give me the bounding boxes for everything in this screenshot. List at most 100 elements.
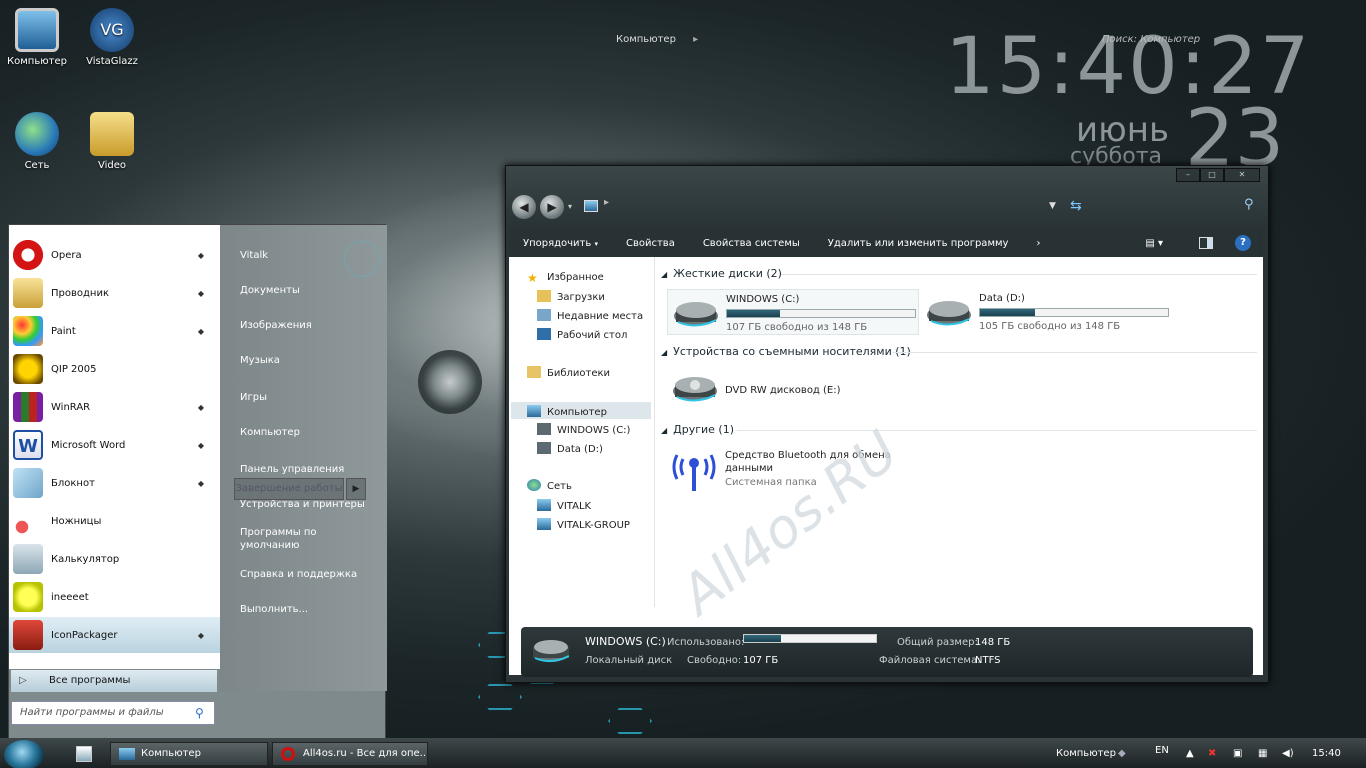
nav-drive-d[interactable]: Data (D:)	[537, 442, 603, 455]
search-input[interactable]: Поиск: Компьютер	[1098, 31, 1248, 49]
nav-downloads[interactable]: Загрузки	[537, 290, 605, 303]
volume-icon[interactable]: ◀)	[1282, 748, 1294, 759]
safely-remove-icon[interactable]: ▣	[1233, 748, 1242, 759]
view-options-icon[interactable]: ▤ ▾	[1145, 238, 1163, 249]
address-dropdown-icon[interactable]: ▼	[1049, 201, 1056, 211]
submenu-arrow-icon[interactable]: ◆	[198, 289, 204, 298]
tray-expand-icon[interactable]: ▲	[1186, 748, 1194, 759]
preview-pane-icon[interactable]	[1199, 237, 1213, 249]
all-programs-button[interactable]: ▷ Все программы	[11, 670, 217, 692]
maximize-button[interactable]: □	[1200, 168, 1224, 182]
address-bar[interactable]: Компьютер ▸	[608, 30, 1048, 50]
taskbar-item-computer[interactable]: Компьютер	[110, 742, 268, 766]
network-tray-icon[interactable]: ▦	[1258, 748, 1267, 759]
vistaglazz-icon: VG	[90, 8, 134, 52]
taskbar-item-browser[interactable]: All4os.ru - Все для опе...	[272, 742, 428, 766]
start-program-label: IconPackager	[51, 629, 118, 641]
start-documents[interactable]: Документы	[240, 284, 300, 297]
nav-libraries[interactable]: Библиотеки	[527, 366, 610, 379]
search-icon[interactable]: ⚲	[195, 706, 204, 720]
drive-d-usage-bar	[979, 308, 1169, 317]
start-program-item[interactable]: ineeeet	[9, 579, 220, 615]
start-pictures[interactable]: Изображения	[240, 319, 312, 332]
history-dropdown-icon[interactable]: ▾	[568, 202, 572, 211]
desktop-icon-video[interactable]: Video	[77, 112, 147, 171]
start-program-item[interactable]: WinRAR ◆	[9, 389, 220, 425]
drive-d-tile[interactable]: Data (D:) 105 ГБ свободно из 148 ГБ	[921, 289, 1173, 335]
antivirus-icon[interactable]: ✖	[1208, 748, 1216, 759]
taskbar-clock[interactable]: 15:40	[1312, 748, 1341, 759]
group-other[interactable]: ◢ Другие (1)	[661, 423, 1257, 436]
start-program-item[interactable]: Opera ◆	[9, 237, 220, 273]
start-program-item[interactable]: QIP 2005	[9, 351, 220, 387]
submenu-arrow-icon[interactable]: ◆	[198, 403, 204, 412]
submenu-arrow-icon[interactable]: ◆	[198, 479, 204, 488]
nav-computer[interactable]: Компьютер	[511, 402, 651, 419]
nav-network-vitalk-group[interactable]: VITALK-GROUP	[537, 518, 630, 531]
start-help[interactable]: Справка и поддержка	[240, 568, 357, 581]
submenu-arrow-icon[interactable]: ◆	[198, 327, 204, 336]
start-program-item[interactable]: Блокнот ◆	[9, 465, 220, 501]
wallpaper-wheel	[418, 350, 482, 414]
forward-button[interactable]: ▶	[540, 195, 564, 219]
computer-icon	[527, 405, 541, 417]
show-desktop-icon[interactable]	[76, 746, 92, 762]
dvd-drive-icon	[669, 371, 717, 409]
shutdown-button[interactable]: Завершение работы	[234, 478, 344, 500]
start-user[interactable]: Vitalk	[240, 249, 268, 262]
nav-network[interactable]: Сеть	[527, 479, 572, 492]
start-program-item[interactable]: Калькулятор	[9, 541, 220, 577]
start-program-label: Microsoft Word	[51, 439, 126, 451]
organize-button[interactable]: Упорядочить ▾	[509, 238, 612, 249]
start-menu-right-pane: Vitalk Документы Изображения Музыка Игры…	[220, 225, 387, 691]
tray-computer-label[interactable]: Компьютер	[1056, 748, 1116, 759]
submenu-arrow-icon[interactable]: ◆	[198, 251, 204, 260]
properties-button[interactable]: Свойства	[612, 238, 689, 249]
more-chevron-icon[interactable]: ›	[1022, 238, 1054, 249]
start-games[interactable]: Игры	[240, 391, 267, 404]
wallpaper-hex	[608, 708, 652, 734]
minimize-button[interactable]: –	[1176, 168, 1200, 182]
toolbar-icon[interactable]: ◆	[1118, 748, 1126, 759]
desktop-icon-computer[interactable]: Компьютер	[2, 8, 72, 67]
desktop-icon-vistaglazz[interactable]: VG VistaGlazz	[77, 8, 147, 67]
back-button[interactable]: ◀	[512, 195, 536, 219]
nav-recent[interactable]: Недавние места	[537, 309, 643, 322]
nav-drive-c[interactable]: WINDOWS (C:)	[537, 423, 630, 436]
group-removable[interactable]: ◢ Устройства со съемными носителями (1)	[661, 345, 1257, 358]
close-button[interactable]: ✕	[1224, 168, 1260, 182]
start-program-item[interactable]: W Microsoft Word ◆	[9, 427, 220, 463]
nav-network-vitalk[interactable]: VITALK	[537, 499, 591, 512]
submenu-arrow-icon[interactable]: ◆	[198, 441, 204, 450]
start-program-item[interactable]: Paint ◆	[9, 313, 220, 349]
start-computer[interactable]: Компьютер	[240, 426, 300, 439]
start-program-item[interactable]: Ножницы	[9, 503, 220, 539]
start-program-label: WinRAR	[51, 401, 91, 413]
desktop-icon-network[interactable]: Сеть	[2, 112, 72, 171]
refresh-icon[interactable]: ⇆	[1070, 198, 1082, 214]
language-indicator[interactable]: EN	[1155, 745, 1169, 756]
submenu-arrow-icon[interactable]: ◆	[198, 631, 204, 640]
start-control-panel[interactable]: Панель управления	[240, 463, 344, 476]
system-properties-button[interactable]: Свойства системы	[689, 238, 814, 249]
downloads-folder-icon	[537, 290, 551, 302]
start-orb-icon[interactable]	[4, 740, 44, 768]
drive-c-tile[interactable]: WINDOWS (C:) 107 ГБ свободно из 148 ГБ	[667, 289, 919, 335]
help-icon[interactable]: ?	[1235, 235, 1251, 251]
nav-favorites[interactable]: ★ Избранное	[527, 271, 604, 285]
chevron-down-icon: ▾	[594, 239, 598, 248]
start-search-input[interactable]: Найти программы и файлы	[11, 701, 215, 725]
nav-desktop[interactable]: Рабочий стол	[537, 328, 627, 341]
start-music[interactable]: Музыка	[240, 354, 280, 367]
shutdown-options-icon[interactable]: ▶	[346, 478, 366, 500]
group-hard-drives[interactable]: ◢ Жесткие диски (2)	[661, 267, 1257, 280]
start-default-programs[interactable]: Программы по умолчанию	[240, 526, 317, 552]
search-icon[interactable]: ⚲	[1244, 197, 1254, 212]
dvd-drive-tile[interactable]: DVD RW дисковод (E:)	[667, 369, 919, 409]
libraries-icon	[527, 366, 541, 378]
start-program-item[interactable]: Проводник ◆	[9, 275, 220, 311]
uninstall-button[interactable]: Удалить или изменить программу	[814, 238, 1023, 249]
computer-small-icon	[584, 200, 598, 212]
start-program-item[interactable]: IconPackager ◆	[9, 617, 220, 653]
start-run[interactable]: Выполнить...	[240, 603, 308, 616]
